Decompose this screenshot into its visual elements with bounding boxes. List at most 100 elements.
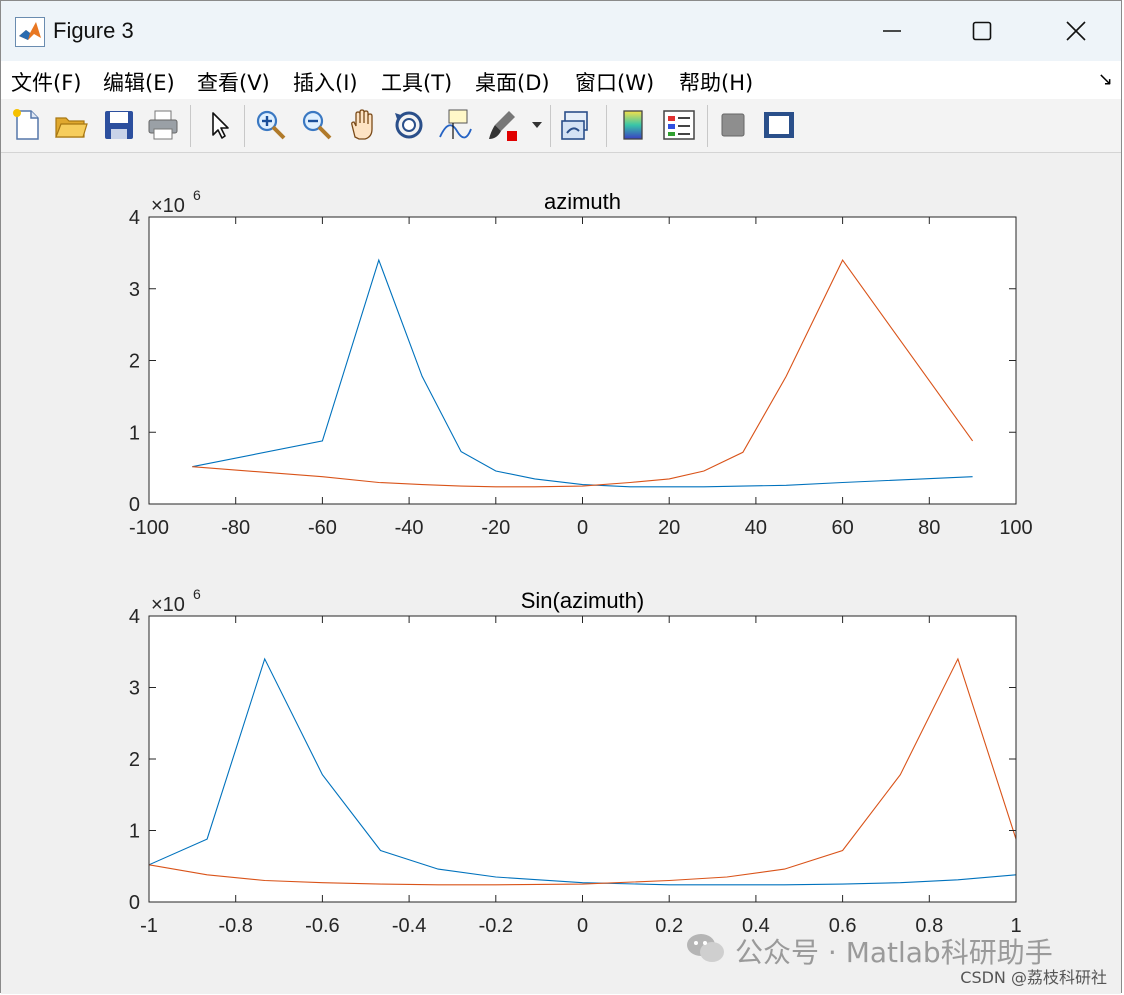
minimize-button[interactable] bbox=[869, 11, 915, 51]
figure-toolbar bbox=[1, 99, 1121, 153]
zoom-in-icon bbox=[256, 110, 286, 140]
plot-area[interactable]: -100 -80 -60 -40 -20 0 20 40 60 80 10001234×10 6 azi… bbox=[1, 153, 1123, 994]
menu-window[interactable]: 窗口(W) bbox=[575, 67, 654, 97]
axes-background bbox=[149, 217, 1016, 504]
menu-file[interactable]: 文件(F) bbox=[11, 67, 81, 97]
x-tick-label: 100 bbox=[999, 517, 1032, 539]
toolbar-separator bbox=[190, 105, 191, 147]
y-exponent-label: ×10 bbox=[151, 594, 185, 616]
y-tick-label: 2 bbox=[129, 351, 140, 373]
rotate-3d-icon bbox=[395, 111, 423, 139]
menu-help[interactable]: 帮助(H) bbox=[679, 67, 753, 97]
toolbar-separator bbox=[550, 105, 551, 147]
window-title: Figure 3 bbox=[53, 18, 134, 43]
zoom-in-button[interactable] bbox=[253, 107, 289, 143]
x-tick-label: 20 bbox=[658, 517, 680, 539]
brush-icon bbox=[489, 111, 517, 141]
y-tick-label: 3 bbox=[129, 279, 140, 301]
show-plot-tools-icon bbox=[764, 112, 794, 138]
x-tick-label: -40 bbox=[395, 517, 424, 539]
toolbar-separator bbox=[244, 105, 245, 147]
save-button[interactable] bbox=[101, 107, 137, 143]
open-button[interactable] bbox=[53, 107, 89, 143]
axes-title: azimuth bbox=[544, 189, 621, 214]
x-tick-label: 60 bbox=[831, 517, 853, 539]
x-tick-label: -0.8 bbox=[218, 915, 252, 937]
link-plot-button[interactable] bbox=[559, 107, 595, 143]
x-tick-label: -0.4 bbox=[392, 915, 426, 937]
y-exponent-power: 6 bbox=[193, 586, 201, 602]
brush-button[interactable] bbox=[485, 107, 521, 143]
pointer-button[interactable] bbox=[201, 107, 237, 143]
save-icon bbox=[105, 111, 133, 139]
csdn-credit: CSDN @荔枝科研社 bbox=[960, 968, 1107, 987]
y-exponent-power: 6 bbox=[193, 187, 201, 203]
link-plot-icon bbox=[561, 111, 588, 140]
x-tick-label: -0.6 bbox=[305, 915, 339, 937]
y-tick-label: 4 bbox=[129, 606, 140, 628]
x-tick-label: -80 bbox=[221, 517, 250, 539]
dock-arrow-icon[interactable]: ↘ bbox=[1098, 69, 1113, 90]
data-cursor-icon bbox=[439, 109, 472, 139]
close-icon bbox=[1066, 21, 1086, 41]
menu-desktop[interactable]: 桌面(D) bbox=[475, 67, 550, 97]
axes-title: Sin(azimuth) bbox=[521, 588, 644, 613]
axes-2: -1 -0.8 -0.6 -0.4 -0.2 0 0.2 0.4 0.6 0.8 101234×10… bbox=[129, 586, 1022, 937]
x-tick-label: -20 bbox=[481, 517, 510, 539]
show-plot-tools-button[interactable] bbox=[761, 107, 797, 143]
wechat-logo-icon bbox=[685, 931, 727, 965]
pan-hand-icon bbox=[351, 109, 373, 140]
colorbar-icon bbox=[623, 110, 643, 140]
x-tick-label: -60 bbox=[308, 517, 337, 539]
figure-canvas[interactable]: -100 -80 -60 -40 -20 0 20 40 60 80 100 0 1 2 3 4 ×10 6 azi… bbox=[1, 153, 1121, 994]
menu-edit[interactable]: 编辑(E) bbox=[103, 67, 175, 97]
hide-plot-tools-button[interactable] bbox=[715, 107, 751, 143]
minimize-icon bbox=[883, 30, 901, 32]
x-tick-label: 0.2 bbox=[655, 915, 683, 937]
chevron-down-icon bbox=[532, 122, 542, 128]
toolbar-separator bbox=[606, 105, 607, 147]
matlab-logo-icon bbox=[15, 17, 45, 47]
rotate-button[interactable] bbox=[391, 107, 427, 143]
new-figure-button[interactable] bbox=[9, 107, 45, 143]
menu-tools[interactable]: 工具(T) bbox=[381, 67, 452, 97]
menu-insert[interactable]: 插入(I) bbox=[293, 67, 358, 97]
title-bar: Figure 3 bbox=[1, 1, 1121, 61]
new-figure-icon bbox=[13, 109, 39, 140]
toolbar-separator bbox=[707, 105, 708, 147]
y-tick-label: 1 bbox=[129, 422, 140, 444]
close-button[interactable] bbox=[1053, 11, 1099, 51]
y-tick-label: 2 bbox=[129, 749, 140, 771]
figure-window: Figure 3 文件(F) 编辑(E) 查看(V) 插入(I) 工具(T) 桌… bbox=[0, 0, 1122, 994]
zoom-out-icon bbox=[302, 110, 332, 140]
x-tick-label: -0.2 bbox=[479, 915, 513, 937]
y-tick-label: 0 bbox=[129, 892, 140, 914]
open-folder-icon bbox=[55, 117, 88, 138]
x-tick-label: 80 bbox=[918, 517, 940, 539]
x-tick-label: 40 bbox=[745, 517, 767, 539]
maximize-icon bbox=[972, 21, 992, 41]
zoom-out-button[interactable] bbox=[299, 107, 335, 143]
menu-view[interactable]: 查看(V) bbox=[197, 67, 270, 97]
maximize-button[interactable] bbox=[959, 11, 1005, 51]
menu-bar: 文件(F) 编辑(E) 查看(V) 插入(I) 工具(T) 桌面(D) 窗口(W… bbox=[1, 61, 1121, 99]
axes-background bbox=[149, 616, 1016, 902]
print-button[interactable] bbox=[145, 107, 181, 143]
brush-dropdown[interactable] bbox=[529, 107, 545, 143]
axes-1: -100 -80 -60 -40 -20 0 20 40 60 80 100 0 1 2 3 4 ×10 6 azi… bbox=[129, 187, 1033, 539]
y-tick-label: 0 bbox=[129, 494, 140, 516]
x-tick-label: 0 bbox=[577, 517, 588, 539]
y-tick-label: 4 bbox=[129, 207, 140, 229]
x-tick-label: -100 bbox=[129, 517, 169, 539]
y-exponent-label: ×10 bbox=[151, 195, 185, 217]
y-tick-label: 3 bbox=[129, 678, 140, 700]
legend-button[interactable] bbox=[661, 107, 697, 143]
pointer-icon bbox=[212, 112, 229, 139]
x-tick-label: 0 bbox=[577, 915, 588, 937]
pan-button[interactable] bbox=[345, 107, 381, 143]
legend-icon bbox=[663, 110, 695, 140]
y-tick-label: 1 bbox=[129, 821, 140, 843]
data-cursor-button[interactable] bbox=[437, 107, 473, 143]
colorbar-button[interactable] bbox=[615, 107, 651, 143]
x-tick-label: -1 bbox=[140, 915, 158, 937]
